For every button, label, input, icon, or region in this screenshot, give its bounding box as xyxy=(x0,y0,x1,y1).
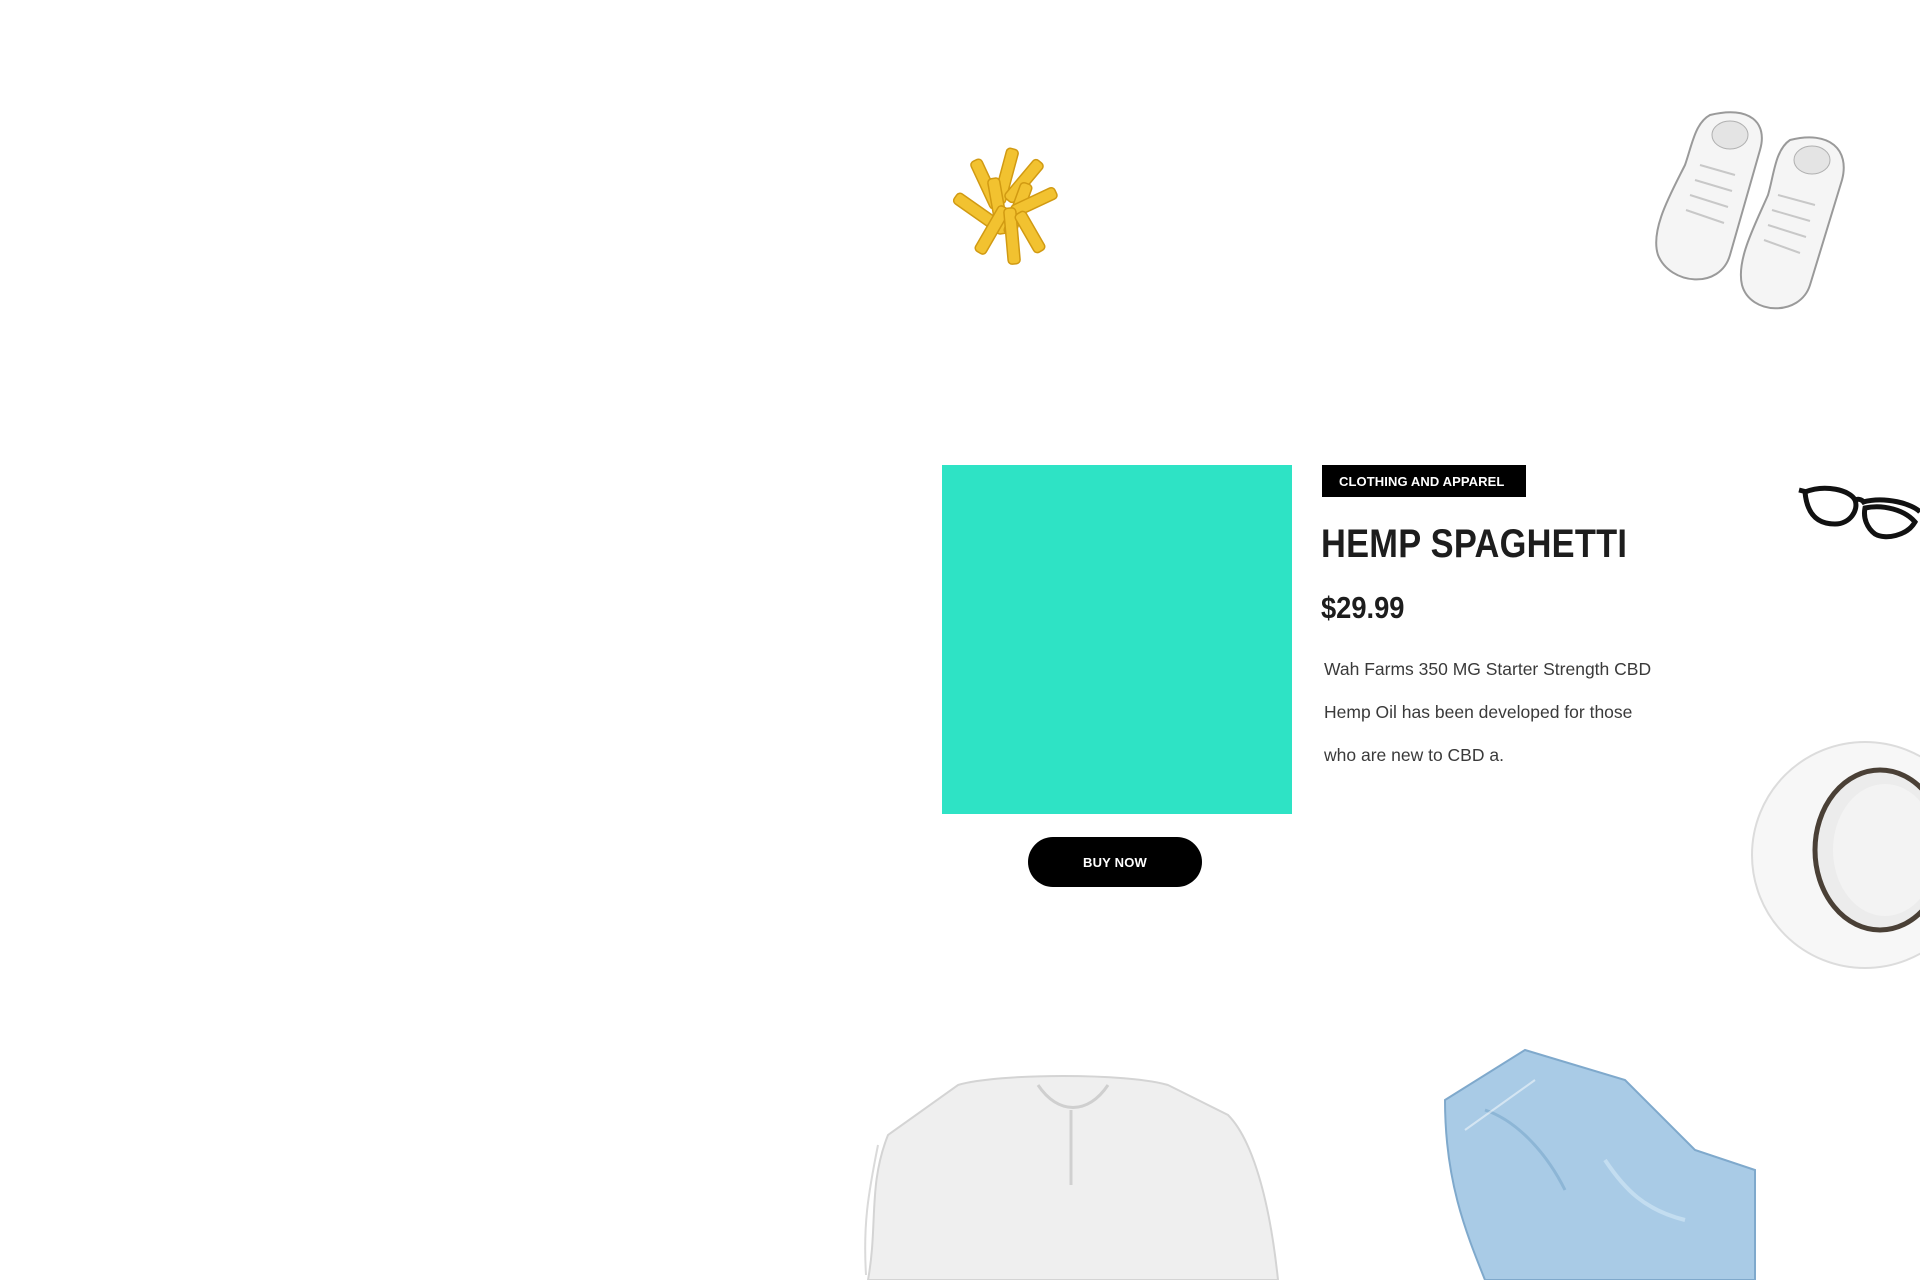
page: BUY NOW CLOTHING AND APPAREL HEMP SPAGHE… xyxy=(0,0,1920,1280)
buy-now-button[interactable]: BUY NOW xyxy=(1028,837,1202,887)
category-badge[interactable]: CLOTHING AND APPAREL xyxy=(1322,465,1527,497)
product-description: Wah Farms 350 MG Starter Strength CBD He… xyxy=(1324,659,1652,765)
glasses-image xyxy=(1795,478,1920,553)
jeans-image xyxy=(1425,1040,1765,1280)
hat-image xyxy=(1740,740,1920,970)
blouse-image xyxy=(858,1075,1288,1280)
product-price: $29.99 xyxy=(1321,590,1405,625)
product-image[interactable] xyxy=(942,465,1292,814)
pasta-image xyxy=(940,138,1080,273)
sneakers-image xyxy=(1650,105,1860,320)
product-title: HEMP SPAGHETTI xyxy=(1321,522,1628,566)
